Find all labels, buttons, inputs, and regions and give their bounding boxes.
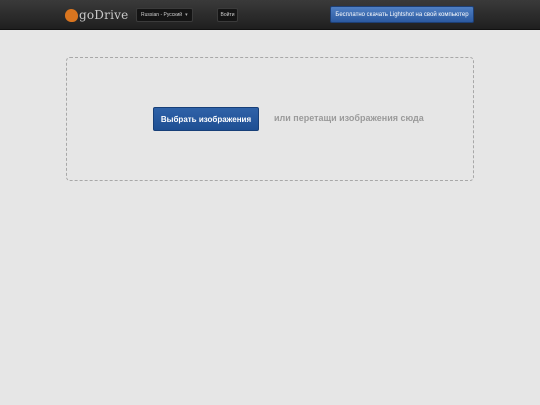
language-select[interactable]: Russian - Русский ▾: [136, 8, 193, 22]
chevron-down-icon: ▾: [185, 12, 188, 18]
drag-hint-text: или перетащи изображения сюда: [274, 113, 424, 123]
logo[interactable]: goDrive: [65, 6, 128, 24]
login-button[interactable]: Войти: [217, 8, 238, 22]
choose-images-button[interactable]: Выбрать изображения: [153, 107, 259, 131]
cloud-logo-icon: [65, 8, 78, 22]
download-lightshot-button[interactable]: Бесплатно скачать Lightshot на свой комп…: [330, 6, 474, 23]
top-bar: goDrive Russian - Русский ▾ Войти Беспла…: [0, 0, 540, 30]
language-select-value: Russian - Русский: [141, 12, 183, 18]
logo-text: goDrive: [79, 8, 129, 22]
